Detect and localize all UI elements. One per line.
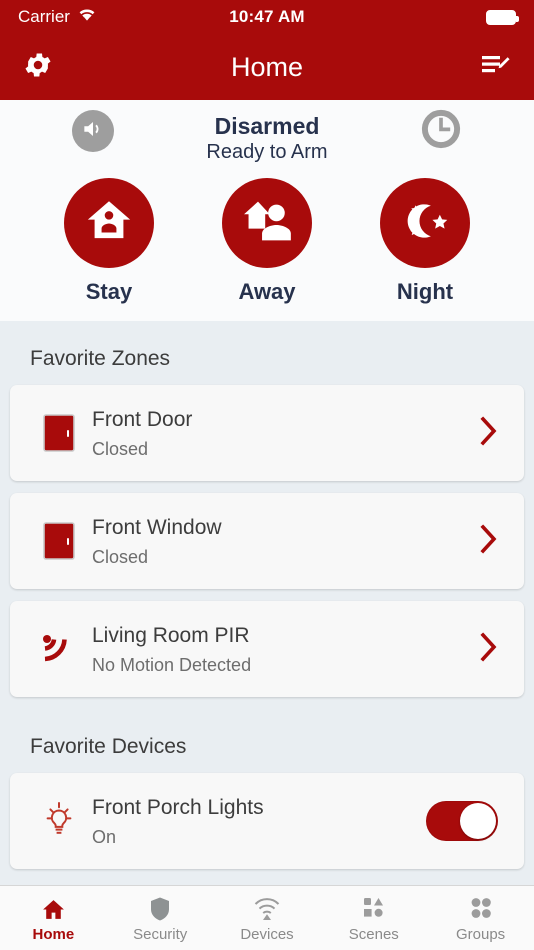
zone-name: Living Room PIR bbox=[92, 623, 250, 647]
toggle-knob bbox=[460, 803, 496, 839]
groups-dots-icon bbox=[467, 894, 495, 922]
system-status: Disarmed Ready to Arm bbox=[206, 110, 327, 164]
favorite-devices-heading: Favorite Devices bbox=[30, 735, 187, 758]
tab-bar: Home Security Devices Scenes Groups bbox=[0, 885, 534, 950]
device-name: Front Porch Lights bbox=[92, 795, 264, 819]
zone-name: Front Door bbox=[92, 407, 193, 431]
zone-state: No Motion Detected bbox=[92, 655, 252, 676]
shield-icon bbox=[148, 894, 172, 922]
tab-groups[interactable]: Groups bbox=[427, 886, 534, 950]
zone-row-front-door[interactable]: Front Door Closed bbox=[10, 385, 524, 481]
house-person-icon bbox=[82, 194, 136, 253]
status-bar-right bbox=[305, 9, 519, 25]
nav-bar: Home bbox=[0, 34, 534, 100]
device-power-toggle[interactable] bbox=[426, 801, 498, 841]
tab-label: Security bbox=[133, 925, 188, 943]
zone-row-front-window[interactable]: Front Window Closed bbox=[10, 493, 524, 589]
zone-text: Front Door Closed bbox=[88, 406, 478, 460]
status-bar: Carrier 10:47 AM bbox=[0, 0, 534, 34]
tab-label: Scenes bbox=[348, 925, 399, 943]
zone-state: Closed bbox=[92, 547, 149, 568]
lightbulb-icon bbox=[30, 800, 88, 842]
home-icon bbox=[40, 894, 67, 922]
carrier-label: Carrier bbox=[18, 7, 70, 26]
away-button[interactable] bbox=[222, 178, 312, 268]
tab-scenes[interactable]: Scenes bbox=[320, 886, 427, 950]
tab-label: Home bbox=[32, 925, 75, 943]
door-icon bbox=[30, 521, 88, 561]
status-row: Disarmed Ready to Arm bbox=[0, 108, 534, 172]
zone-state: Closed bbox=[92, 439, 149, 460]
main-content: Favorite Zones Front Door Closed Front W… bbox=[0, 321, 534, 885]
zone-text: Living Room PIR No Motion Detected bbox=[88, 622, 478, 676]
speaker-icon bbox=[80, 116, 106, 147]
page-title: Home bbox=[230, 51, 304, 82]
tab-home[interactable]: Home bbox=[0, 886, 107, 950]
tab-label: Devices bbox=[240, 925, 294, 943]
night-button[interactable] bbox=[380, 178, 470, 268]
tab-security[interactable]: Security bbox=[107, 886, 214, 950]
status-detail-label: Ready to Arm bbox=[206, 141, 328, 164]
stay-button[interactable] bbox=[64, 178, 154, 268]
away-label: Away bbox=[238, 279, 296, 304]
scenes-shapes-icon bbox=[360, 894, 388, 922]
settings-button[interactable] bbox=[22, 49, 82, 86]
arm-panel: Disarmed Ready to Arm Stay Away Night bbox=[0, 100, 534, 321]
battery-full-icon bbox=[486, 9, 519, 25]
history-button[interactable] bbox=[420, 108, 462, 155]
status-label: Disarmed bbox=[214, 113, 320, 139]
device-text: Front Porch Lights On bbox=[88, 794, 426, 848]
tab-label: Groups bbox=[455, 925, 506, 943]
chevron-right-icon[interactable] bbox=[478, 523, 504, 560]
device-state: On bbox=[92, 827, 117, 848]
zone-text: Front Window Closed bbox=[88, 514, 478, 568]
arm-mode-night[interactable]: Night bbox=[373, 178, 477, 305]
tab-devices[interactable]: Devices bbox=[214, 886, 321, 950]
arm-mode-stay[interactable]: Stay bbox=[57, 178, 161, 305]
arm-mode-away[interactable]: Away bbox=[215, 178, 319, 305]
edit-list-icon bbox=[478, 51, 512, 84]
edit-button[interactable] bbox=[452, 51, 512, 84]
motion-sensor-icon bbox=[30, 629, 88, 669]
chevron-right-icon[interactable] bbox=[478, 415, 504, 452]
mute-button[interactable] bbox=[72, 110, 114, 152]
house-leave-person-icon bbox=[240, 194, 294, 253]
device-row-front-porch-lights[interactable]: Front Porch Lights On bbox=[10, 773, 524, 869]
gear-icon bbox=[22, 49, 54, 86]
arm-mode-row: Stay Away Night bbox=[0, 178, 534, 305]
app-screen: Carrier 10:47 AM Home Disarmed Ready to … bbox=[0, 0, 534, 950]
wifi-device-icon bbox=[252, 894, 282, 922]
stay-label: Stay bbox=[85, 279, 133, 304]
zone-row-living-room-pir[interactable]: Living Room PIR No Motion Detected bbox=[10, 601, 524, 697]
status-bar-left: Carrier bbox=[18, 7, 229, 27]
favorite-zones-heading: Favorite Zones bbox=[30, 347, 171, 370]
clock-icon bbox=[420, 108, 462, 155]
door-icon bbox=[30, 413, 88, 453]
chevron-right-icon[interactable] bbox=[478, 631, 504, 668]
moon-stars-icon bbox=[398, 194, 452, 253]
zone-name: Front Window bbox=[92, 515, 222, 539]
clock-time: 10:47 AM bbox=[229, 7, 305, 26]
wifi-icon bbox=[77, 7, 97, 27]
night-label: Night bbox=[396, 279, 454, 304]
